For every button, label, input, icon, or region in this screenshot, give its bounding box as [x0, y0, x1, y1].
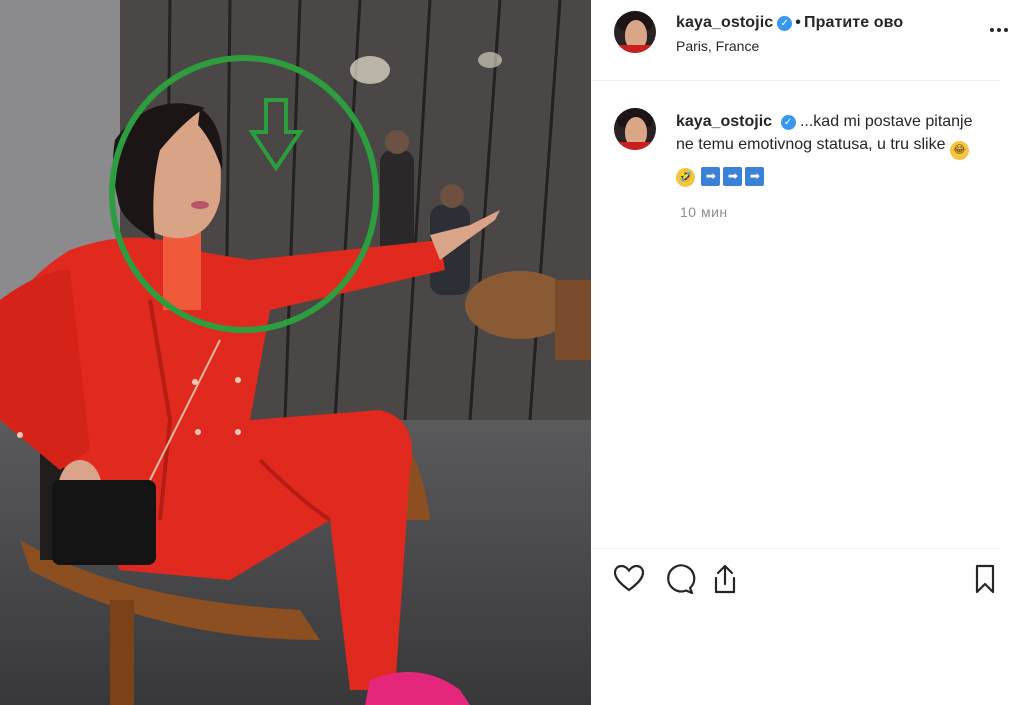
location-link[interactable]: Paris, France	[676, 38, 759, 54]
verified-icon: ✓	[777, 16, 793, 31]
laughing-emoji-icon: 😂	[949, 141, 969, 160]
avatar[interactable]	[614, 11, 656, 53]
more-options-icon[interactable]	[990, 26, 1008, 34]
right-arrow-icon: ➡	[745, 167, 765, 186]
caption-verified-icon: ✓	[780, 115, 796, 130]
post-details-panel: kaya_ostojic ✓ • Пратите ово Paris, France …	[592, 0, 1024, 705]
post-photo[interactable]	[0, 0, 591, 705]
right-arrow-icon: ➡	[701, 167, 721, 186]
post-timestamp[interactable]: 10 мин	[680, 204, 728, 220]
post-photo-image	[0, 0, 591, 705]
rolling-laughing-emoji-icon: 🤣	[676, 168, 695, 187]
bookmark-icon[interactable]	[968, 562, 1002, 596]
action-bar	[612, 562, 1012, 598]
right-arrow-icon: ➡	[723, 167, 743, 186]
follow-button[interactable]: Пратите ово	[804, 14, 903, 31]
post-header: kaya_ostojic ✓ • Пратите ово Paris, France	[592, 0, 1024, 78]
heart-icon[interactable]	[612, 562, 646, 596]
divider	[592, 80, 1000, 81]
header-user-line: kaya_ostojic ✓ • Пратите ово	[676, 14, 903, 32]
caption-username-link[interactable]: kaya_ostojic	[676, 113, 772, 130]
divider	[592, 548, 1000, 549]
share-icon[interactable]	[708, 562, 742, 596]
username-link[interactable]: kaya_ostojic	[676, 14, 773, 31]
separator-dot: •	[795, 14, 801, 31]
comment-icon[interactable]	[662, 562, 696, 596]
caption-avatar[interactable]	[614, 108, 656, 150]
caption: kaya_ostojic ✓ ...kad mi postave pitanje…	[676, 110, 976, 187]
